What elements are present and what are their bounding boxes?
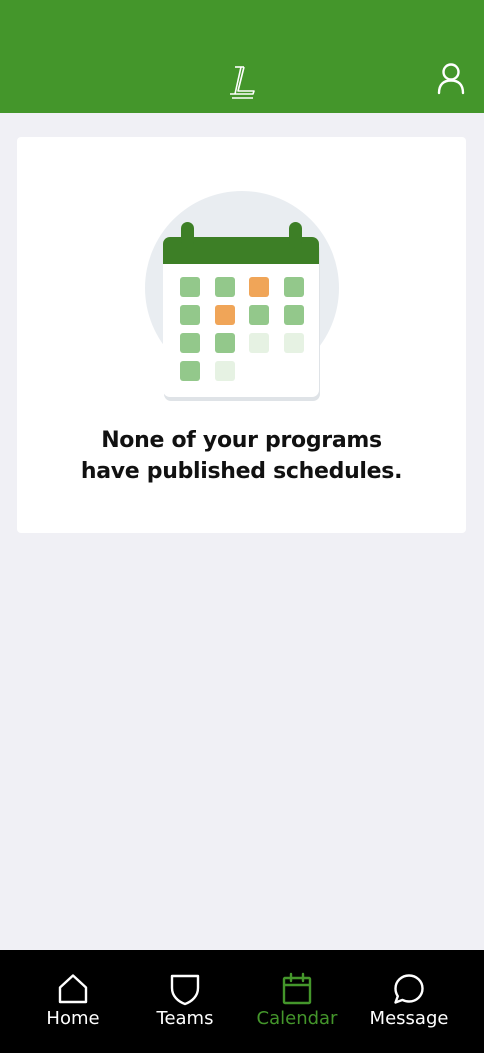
top-header bbox=[0, 0, 484, 113]
nav-item-message[interactable]: Message bbox=[353, 950, 465, 1053]
calendar-illustration bbox=[144, 191, 344, 401]
chat-bubble-icon bbox=[392, 972, 426, 1006]
nav-item-teams[interactable]: Teams bbox=[129, 950, 241, 1053]
stylized-L-logo-icon bbox=[226, 64, 258, 100]
calendar-icon bbox=[280, 972, 314, 1006]
home-icon bbox=[56, 972, 90, 1006]
empty-state-message: None of your programs have published sch… bbox=[80, 428, 403, 484]
nav-label-teams: Teams bbox=[156, 1008, 214, 1029]
shield-icon bbox=[168, 972, 202, 1006]
person-icon[interactable] bbox=[435, 62, 467, 96]
nav-label-home: Home bbox=[46, 1008, 100, 1029]
nav-item-calendar[interactable]: Calendar bbox=[241, 950, 353, 1053]
nav-item-home[interactable]: Home bbox=[17, 950, 129, 1053]
empty-state-card: None of your programs have published sch… bbox=[17, 137, 466, 533]
bottom-nav: Home Teams Calendar Message bbox=[0, 950, 484, 1053]
app-root: None of your programs have published sch… bbox=[0, 0, 484, 1053]
nav-label-calendar: Calendar bbox=[256, 1008, 338, 1029]
nav-label-message: Message bbox=[369, 1008, 449, 1029]
